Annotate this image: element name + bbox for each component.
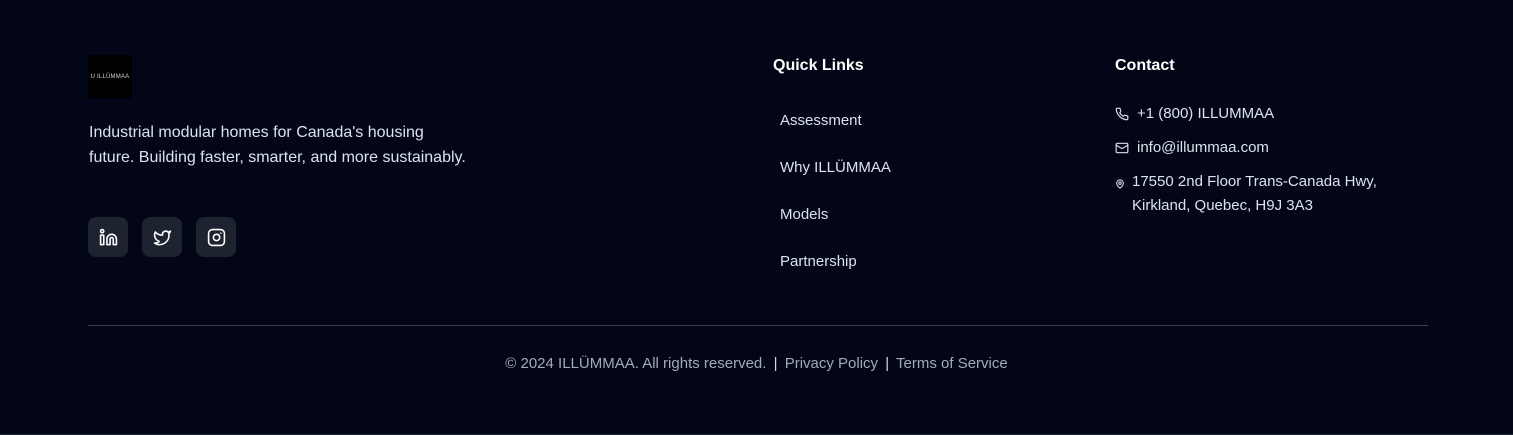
contact-email-text: info@illummaa.com [1137, 139, 1269, 156]
separator: | [773, 355, 778, 372]
contact-email[interactable]: info@illummaa.com [1115, 138, 1415, 158]
quick-link-assessment[interactable]: Assessment [780, 112, 891, 159]
social-links [88, 217, 236, 257]
mail-icon [1115, 142, 1129, 154]
linkedin-button[interactable] [88, 217, 128, 257]
contact-list: +1 (800) ILLUMMAA info@illummaa.com 1755… [1115, 104, 1415, 232]
privacy-policy-link[interactable]: Privacy Policy [785, 355, 878, 372]
map-pin-icon [1116, 179, 1124, 189]
contact-phone[interactable]: +1 (800) ILLUMMAA [1115, 104, 1415, 124]
brand-tagline: Industrial modular homes for Canada's ho… [89, 124, 466, 166]
contact-phone-text: +1 (800) ILLUMMAA [1137, 105, 1275, 122]
twitter-icon [153, 229, 171, 245]
contact-address-text: 17550 2nd Floor Trans-Canada Hwy, Kirkla… [1132, 170, 1377, 218]
quick-link-partnership[interactable]: Partnership [780, 253, 891, 300]
copyright-text: © 2024 ILLÜMMAA. All rights reserved. [505, 355, 767, 372]
site-footer: U ILLÜMMAA Industrial modular homes for … [0, 0, 1513, 435]
contact-address: 17550 2nd Floor Trans-Canada Hwy, Kirkla… [1115, 170, 1415, 218]
quick-links-list: Assessment Why ILLÜMMAA Models Partnersh… [780, 112, 891, 300]
instagram-icon [207, 228, 225, 246]
footer-bottom-bar: © 2024 ILLÜMMAA. All rights reserved. | … [0, 355, 1513, 372]
terms-of-service-link[interactable]: Terms of Service [896, 355, 1008, 372]
logo-text: U ILLÜMMAA [90, 73, 130, 80]
linkedin-icon [99, 228, 117, 245]
twitter-button[interactable] [142, 217, 182, 257]
quick-link-why-illummaa[interactable]: Why ILLÜMMAA [780, 159, 891, 206]
address-line-1: 17550 2nd Floor Trans-Canada Hwy, [1132, 173, 1377, 190]
separator: | [885, 355, 890, 372]
contact-title: Contact [1115, 57, 1175, 74]
quick-links-title: Quick Links [773, 57, 864, 74]
phone-icon [1115, 107, 1129, 121]
address-line-2: Kirkland, Quebec, H9J 3A3 [1132, 197, 1313, 214]
quick-link-models[interactable]: Models [780, 206, 891, 253]
footer-divider [88, 325, 1428, 326]
instagram-button[interactable] [196, 217, 236, 257]
brand-logo[interactable]: U ILLÜMMAA [88, 55, 132, 98]
